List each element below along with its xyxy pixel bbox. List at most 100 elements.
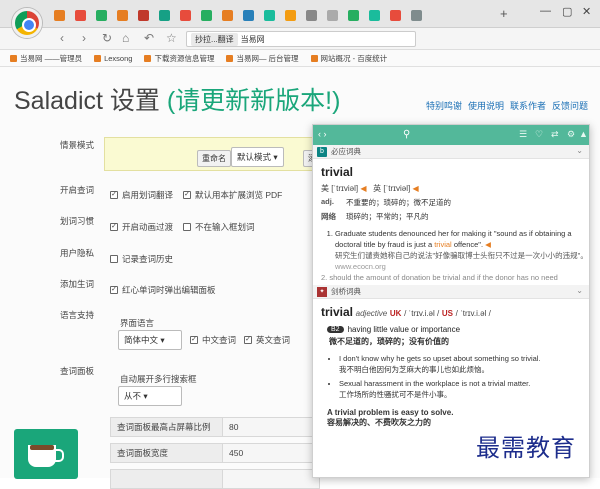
- tab[interactable]: [281, 8, 299, 22]
- star-icon[interactable]: ☆: [166, 31, 177, 45]
- nav-icon[interactable]: ‹ ›: [318, 129, 327, 139]
- bookmark-item[interactable]: 当易网— 后台管理: [226, 53, 298, 64]
- speaker-icon[interactable]: ◀: [485, 240, 491, 249]
- tab[interactable]: [386, 8, 404, 22]
- home-icon[interactable]: ⌂: [122, 31, 129, 45]
- tab[interactable]: [50, 8, 68, 22]
- rename-button[interactable]: 重命名: [197, 150, 231, 167]
- tab[interactable]: [344, 8, 362, 22]
- minimize-button[interactable]: —: [540, 5, 551, 17]
- address-bar[interactable]: 抄拉...翻译 当易网: [186, 31, 416, 47]
- chevron-down-icon[interactable]: ⌄: [576, 286, 583, 295]
- checkbox[interactable]: [183, 223, 192, 231]
- reload-icon[interactable]: ↻: [102, 31, 112, 45]
- favicon-icon: [137, 9, 149, 21]
- bookmark-item[interactable]: Lexsong: [94, 54, 132, 63]
- ui-lang-label: 界面语言: [120, 318, 155, 328]
- search-icon[interactable]: ⚲: [403, 129, 415, 141]
- checkbox[interactable]: ✓: [110, 191, 118, 199]
- panel-row: [110, 469, 320, 489]
- example-item: Graduate students denounced her for maki…: [335, 228, 589, 272]
- thanks-link[interactable]: 特别鸣谢: [426, 99, 462, 112]
- update-notice[interactable]: (请更新新版本!): [167, 87, 341, 115]
- page-title: Saladict 设置 (请更新新版本!): [14, 87, 341, 115]
- ui-lang-select[interactable]: 简体中文 ▾: [118, 330, 182, 350]
- cambridge-dict-header[interactable]: ✦ 剑桥词典 ⌄: [313, 285, 589, 299]
- bookmark-item[interactable]: 下载资源信息管理: [144, 53, 214, 64]
- panel-ratio-input[interactable]: 80: [223, 422, 238, 432]
- favicon-icon: [179, 9, 191, 21]
- favicon-icon: [53, 9, 65, 21]
- tab[interactable]: [176, 8, 194, 22]
- checkbox[interactable]: ✓: [110, 286, 118, 294]
- checkbox[interactable]: ✓: [244, 336, 253, 344]
- settings-icon[interactable]: ⚙: [567, 129, 575, 140]
- tab[interactable]: [113, 8, 131, 22]
- bookmark-item[interactable]: 当易网 ——管理员: [10, 53, 82, 64]
- enable-options: ✓ 启用划词翻译 ✓ 默认用本扩展浏览 PDF: [110, 190, 283, 200]
- speaker-icon[interactable]: ◀: [412, 184, 418, 193]
- tab[interactable]: [71, 8, 89, 22]
- speaker-icon[interactable]: ◀: [360, 184, 366, 193]
- contact-link[interactable]: 联系作者: [510, 99, 546, 112]
- checkbox[interactable]: ✓: [190, 336, 198, 344]
- favicon-icon: [221, 9, 233, 21]
- favicon-icon: [326, 9, 338, 21]
- checkbox[interactable]: ✓: [110, 223, 118, 231]
- address-tab-1[interactable]: 抄拉...翻译: [191, 32, 238, 46]
- panel-label: 查词面板: [60, 366, 95, 376]
- usage-link[interactable]: 使用说明: [468, 99, 504, 112]
- checkbox[interactable]: ✓: [183, 191, 192, 199]
- bookmark-item[interactable]: 网站概况 - 百度统计: [311, 53, 388, 64]
- chrome-logo-icon[interactable]: [12, 8, 42, 38]
- checkbox[interactable]: [110, 255, 118, 263]
- tab[interactable]: [197, 8, 215, 22]
- enable-label: 开启查词: [60, 185, 95, 195]
- navigation-bar: ‹ › ↻ ⌂ ↶ ☆ 抄拉...翻译 当易网: [0, 28, 600, 72]
- tab[interactable]: [407, 8, 425, 22]
- panel-width-input[interactable]: 450: [223, 448, 243, 458]
- address-tab-2[interactable]: 当易网: [241, 34, 265, 45]
- tab[interactable]: [239, 8, 257, 22]
- tab[interactable]: [365, 8, 383, 22]
- favicon-icon: [347, 9, 359, 21]
- undo-icon[interactable]: ↶: [144, 31, 154, 45]
- tab[interactable]: [155, 8, 173, 22]
- tab[interactable]: [302, 8, 320, 22]
- headword: trivial: [321, 165, 354, 179]
- tab-strip: + — ▢ ✕: [0, 0, 600, 38]
- dict-panel-toolbar: ‹ › ⚲ ☰ ♡ ⇄ ⚙ ▲: [313, 125, 589, 145]
- close-window-button[interactable]: ✕: [582, 5, 591, 18]
- heart-icon[interactable]: ♡: [535, 129, 543, 140]
- back-icon[interactable]: ‹: [60, 31, 64, 45]
- favicon-icon: [410, 9, 422, 21]
- favicon-icon: [200, 9, 212, 21]
- tab[interactable]: [92, 8, 110, 22]
- forward-icon[interactable]: ›: [82, 31, 86, 45]
- tab[interactable]: [218, 8, 236, 22]
- favicon-icon: [242, 9, 254, 21]
- menu-icon[interactable]: ☰: [519, 129, 527, 140]
- privacy-label: 用户隐私: [60, 248, 95, 258]
- favicon-icon: [305, 9, 317, 21]
- mode-select[interactable]: 默认模式 ▾: [231, 147, 284, 167]
- chevron-down-icon[interactable]: ⌄: [576, 146, 583, 155]
- bing-dict-header[interactable]: b 必应词典 ⌄: [313, 145, 589, 159]
- share-icon[interactable]: ⇄: [551, 129, 559, 140]
- privacy-options: 记录查词历史: [110, 253, 173, 265]
- pin-icon[interactable]: ▲: [579, 129, 588, 139]
- watermark: 最需教育: [476, 434, 576, 462]
- definition-row: 网络 琐碎的；平常的；平凡的: [321, 212, 429, 221]
- favicon-icon: [116, 9, 128, 21]
- habit-label: 划词习惯: [60, 216, 95, 226]
- expand-select[interactable]: 从不 ▾: [118, 386, 182, 406]
- favicon-icon: [95, 9, 107, 21]
- tab[interactable]: [260, 8, 278, 22]
- feedback-link[interactable]: 反馈问题: [552, 99, 588, 112]
- maximize-button[interactable]: ▢: [562, 5, 572, 18]
- new-tab-button[interactable]: +: [500, 6, 508, 21]
- cambridge-examples: I don't know why he gets so upset about …: [339, 353, 589, 400]
- tab[interactable]: [134, 8, 152, 22]
- tab[interactable]: [323, 8, 341, 22]
- newword-options: ✓ 红心单词时弹出编辑面板: [110, 285, 216, 295]
